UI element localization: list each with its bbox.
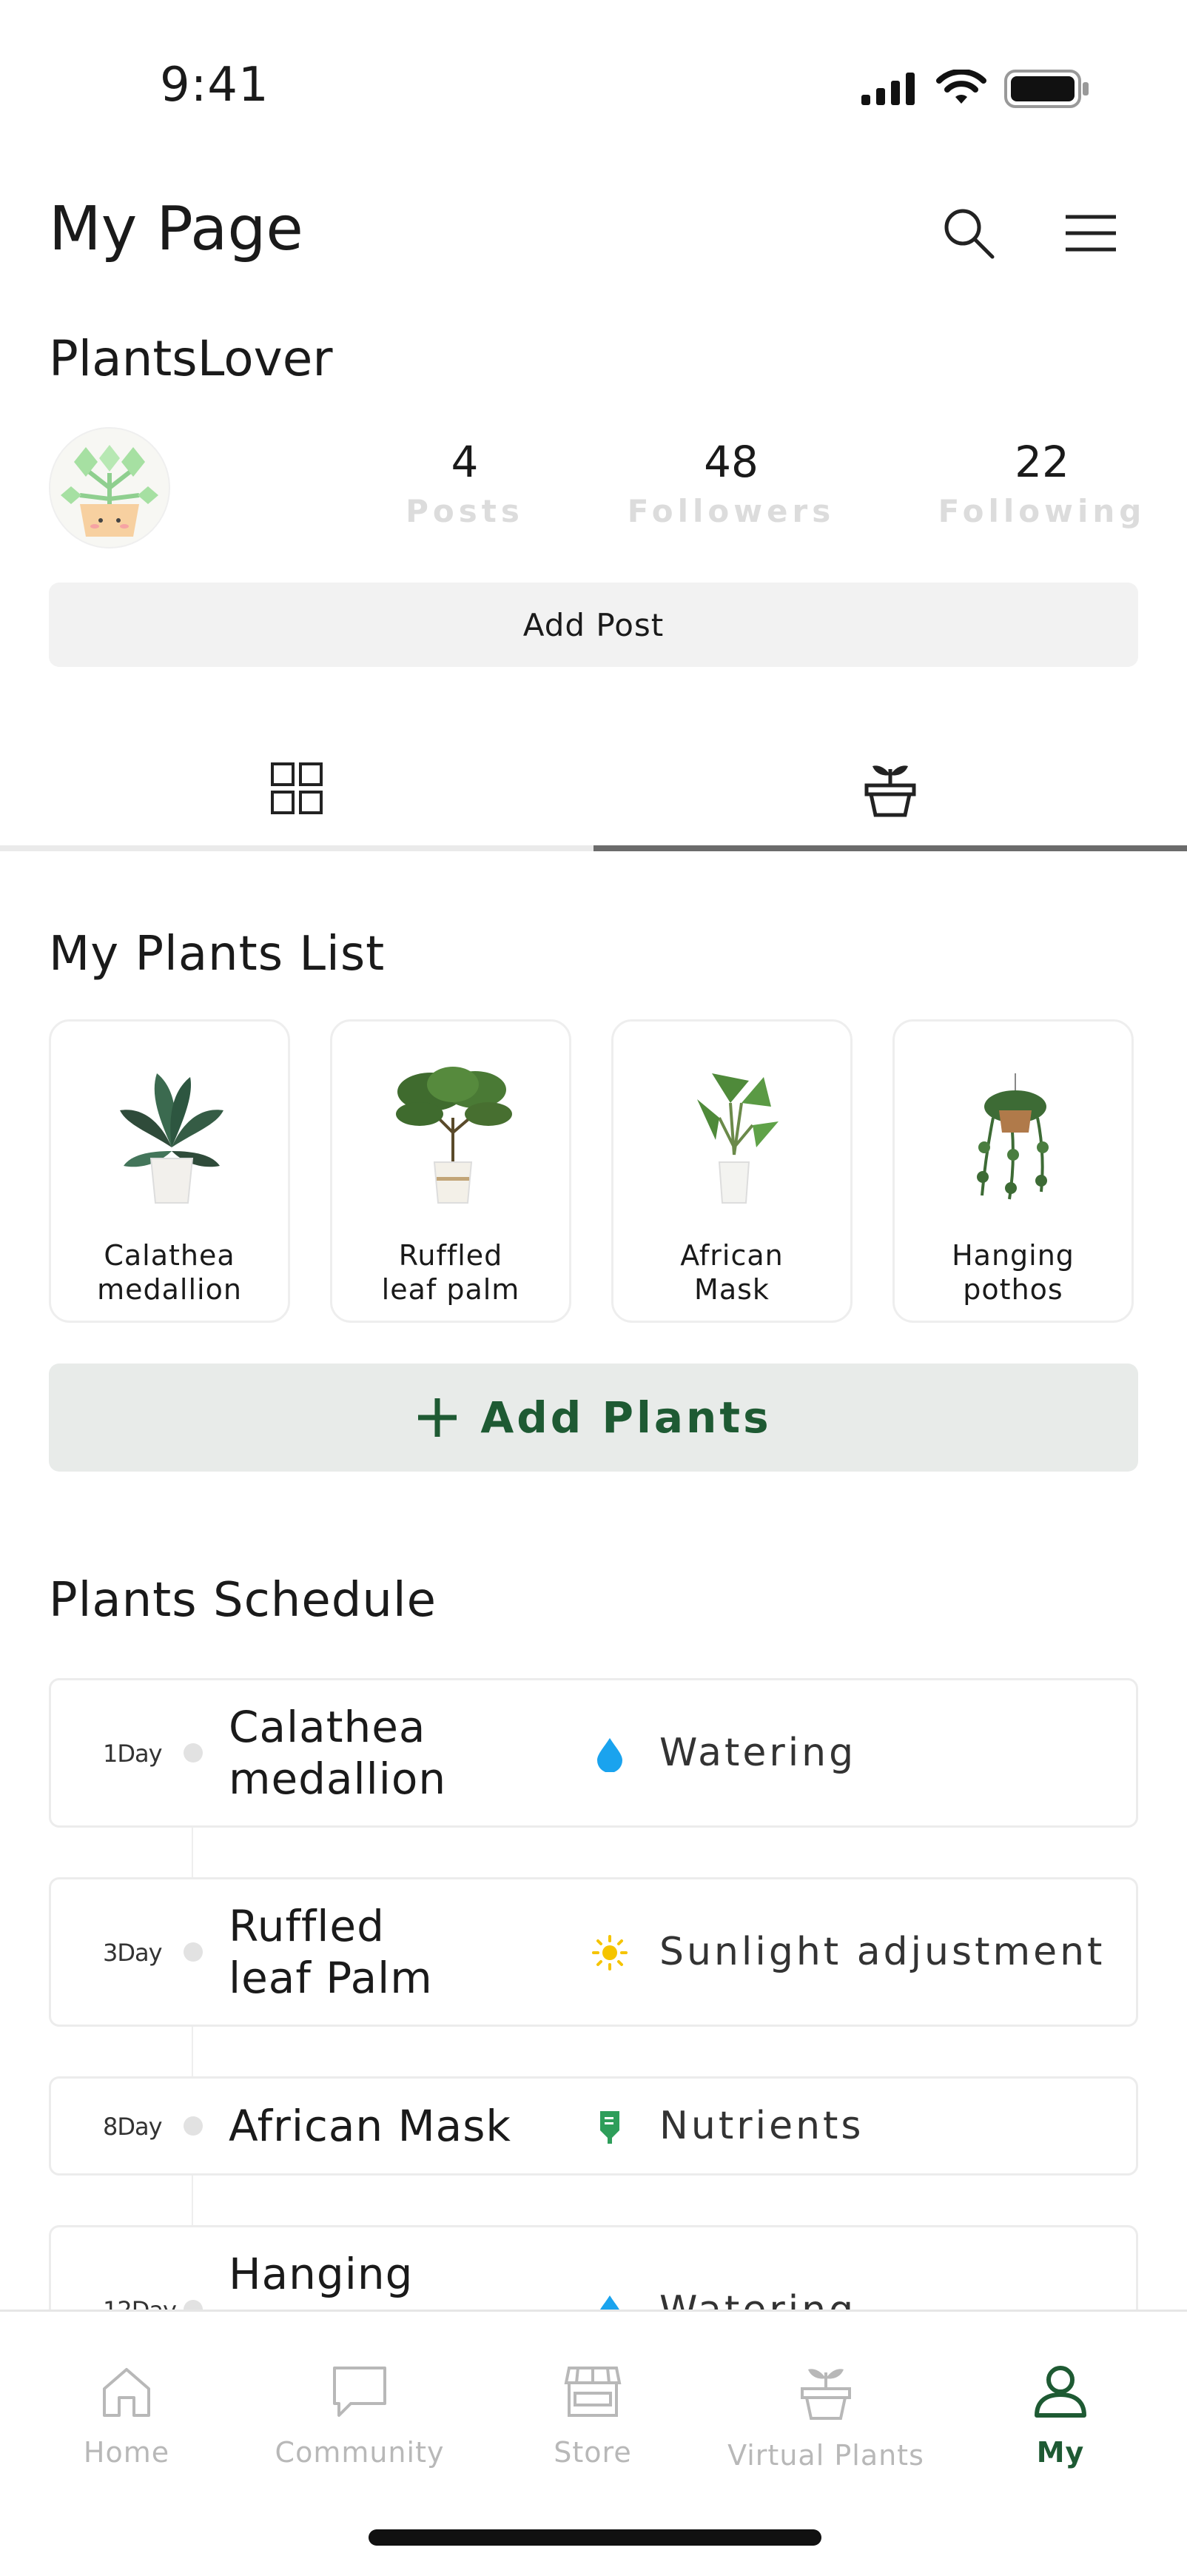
nav-virtual-plants[interactable]: Virtual Plants [715, 2364, 937, 2472]
plus-icon [418, 1398, 457, 1437]
plant-pot-icon [864, 765, 916, 817]
plant-name: Calathea medallion [97, 1239, 242, 1306]
tab-plants[interactable] [594, 733, 1187, 844]
calathea-plant-image [120, 1073, 223, 1204]
nav-my-label: My [1036, 2436, 1085, 2469]
tab-underline-inactive [0, 845, 594, 851]
stat-posts-label: Posts [406, 493, 524, 529]
status-icons [860, 65, 1091, 113]
stat-following[interactable]: 22 Following [931, 437, 1153, 529]
schedule-task: Watering [659, 1731, 857, 1775]
page-title: My Page [49, 194, 303, 264]
sun-icon [592, 1935, 628, 1970]
nav-community[interactable]: Community [249, 2364, 471, 2469]
ruffled-palm-plant-image [396, 1067, 512, 1204]
schedule-row[interactable]: 3Day Ruffled leaf Palm Sunlight adjustme… [49, 1877, 1138, 2027]
plant-card-ruffled-palm[interactable]: Ruffled leaf palm [330, 1019, 571, 1323]
nav-store[interactable]: Store [482, 2364, 704, 2469]
plant-card-hanging-pothos[interactable]: Hanging pothos [892, 1019, 1134, 1323]
water-drop-icon [597, 1738, 622, 1772]
cellular-signal-icon [861, 73, 915, 105]
hamburger-menu-icon[interactable] [1057, 200, 1124, 266]
stat-following-label: Following [938, 493, 1146, 529]
user-icon [1035, 2366, 1086, 2418]
avatar[interactable] [49, 427, 170, 549]
nav-store-label: Store [554, 2436, 632, 2469]
stat-followers[interactable]: 48 Followers [620, 437, 842, 529]
schedule-plant: Hanging [229, 2249, 414, 2299]
nav-virtual-plants-label: Virtual Plants [727, 2439, 924, 2472]
plant-pot-icon [801, 2369, 851, 2420]
stat-following-value: 22 [1015, 437, 1069, 487]
nav-home-label: Home [83, 2436, 170, 2469]
plants-list-title: My Plants List [49, 927, 386, 982]
plant-card-calathea[interactable]: Calathea medallion [49, 1019, 290, 1323]
schedule-row[interactable]: 8Day African Mask Nutrients [49, 2076, 1138, 2176]
african-mask-plant-image [697, 1073, 779, 1204]
stat-posts-value: 4 [451, 437, 479, 487]
schedule-plant: Ruffled leaf Palm [229, 1901, 433, 2003]
timeline-dot [184, 1743, 203, 1762]
plant-name: Hanging pothos [952, 1239, 1075, 1306]
nav-my[interactable]: My [949, 2364, 1171, 2469]
schedule-plant: Calathea medallion [229, 1702, 447, 1804]
plant-card-african-mask[interactable]: African Mask [611, 1019, 853, 1323]
nav-home[interactable]: Home [16, 2364, 238, 2469]
schedule-row[interactable]: 1Day Calathea medallion Watering [49, 1678, 1138, 1828]
plant-name: Ruffled leaf palm [381, 1239, 520, 1306]
status-time: 9:41 [160, 58, 269, 113]
tab-underline-active [594, 845, 1187, 851]
schedule-task: Sunlight adjustment [659, 1930, 1106, 1974]
nav-community-label: Community [275, 2436, 445, 2469]
add-plants-label: Add Plants [480, 1392, 772, 1443]
timeline-dot [184, 1942, 203, 1962]
plant-name: African Mask [680, 1239, 784, 1306]
stat-followers-label: Followers [627, 493, 835, 529]
tab-posts-grid[interactable] [0, 733, 594, 844]
grid-icon [271, 762, 323, 814]
wifi-icon [936, 70, 986, 104]
avatar-plant-icon [61, 445, 158, 537]
add-post-button[interactable]: Add Post [49, 583, 1138, 667]
search-icon[interactable] [935, 200, 1002, 266]
hanging-pothos-plant-image [977, 1073, 1049, 1200]
schedule-task: Nutrients [659, 2104, 864, 2148]
timeline-dot [184, 2116, 203, 2136]
chat-bubble-icon [333, 2367, 386, 2417]
battery-icon [1004, 70, 1089, 108]
schedule-plant: African Mask [229, 2101, 512, 2151]
stat-followers-value: 48 [704, 437, 759, 487]
nutrient-icon [600, 2111, 619, 2144]
home-icon [103, 2368, 150, 2417]
home-indicator [369, 2529, 821, 2546]
store-icon [564, 2367, 622, 2417]
schedule-title: Plants Schedule [49, 1573, 437, 1628]
add-plants-button[interactable]: Add Plants [49, 1364, 1138, 1472]
stat-posts[interactable]: 4 Posts [354, 437, 576, 529]
username: PlantsLover [49, 330, 333, 387]
